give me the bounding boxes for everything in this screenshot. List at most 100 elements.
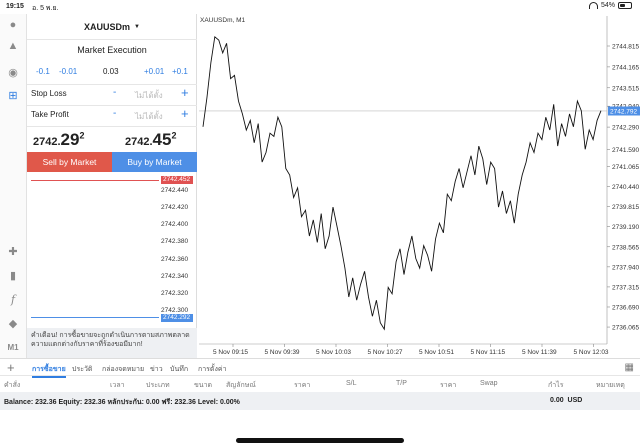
take-profit-row: Take Profit - ไม่ได้ตั้ง +: [27, 105, 197, 125]
column-header: หมายเหตุ: [596, 382, 625, 389]
quote-prices: 2742.292 2742.452: [27, 130, 197, 154]
tab-mailbox[interactable]: กล่องจดหมาย: [102, 364, 144, 375]
column-header: T/P: [396, 380, 407, 387]
ask-price: 2742.452: [125, 130, 177, 149]
sell-by-market-button[interactable]: Sell by Market: [27, 152, 112, 172]
market-warning: คำเตือน! การซื้อขายจะถูกดำเนินการตามสภาพ…: [27, 328, 197, 358]
y-tick-label: 2736.065: [612, 325, 639, 332]
stop-loss-plus-button[interactable]: +: [181, 85, 189, 100]
depth-level: 2742.320: [161, 290, 189, 297]
tab-news[interactable]: ข่าว: [150, 364, 163, 375]
y-tick-label: 2744.815: [612, 44, 639, 51]
depth-level: 2742.400: [161, 221, 189, 228]
add-icon[interactable]: +: [7, 360, 15, 375]
depth-level: 2742.420: [161, 204, 189, 211]
chart-svg[interactable]: XAUUSDm, M1 2744.815 2744.165 2743.515 2742…: [197, 14, 640, 358]
battery-fill: [620, 4, 625, 7]
x-tick-label: 5 Nov 09:15: [213, 349, 248, 356]
y-tick-label: 2740.440: [612, 184, 639, 191]
tab-journal[interactable]: บันทึก: [170, 364, 188, 375]
chart-title: XAUUSDm, M1: [200, 17, 246, 24]
depth-of-market: 2742.452 2742.440 2742.420 2742.400 2742…: [27, 174, 197, 326]
stop-loss-input[interactable]: ไม่ได้ตั้ง: [135, 89, 163, 102]
stop-loss-label: Stop Loss: [31, 89, 67, 98]
volume-stepper: -0.1 -0.01 0.03 +0.01 +0.1: [27, 67, 197, 81]
y-tick-label: 2736.690: [612, 304, 639, 311]
chat-icon[interactable]: ◉: [4, 63, 22, 81]
y-tick-label: 2739.190: [612, 224, 639, 231]
volume-minus-0-1[interactable]: -0.1: [36, 67, 50, 76]
function-icon[interactable]: f: [4, 290, 22, 308]
price-series-line: [202, 35, 602, 331]
column-header: Swap: [480, 380, 498, 387]
stop-loss-minus-button[interactable]: -: [113, 87, 116, 98]
bid-level-tag: 2742.292: [161, 314, 193, 322]
bottom-tabs: + การซื้อขาย ประวัติ กล่องจดหมาย ข่าว บั…: [0, 358, 640, 378]
y-tick-label: 2739.815: [612, 204, 639, 211]
execution-type[interactable]: Market Execution: [27, 45, 197, 55]
bid-price: 2742.292: [33, 130, 85, 149]
volume-plus-0-1[interactable]: +0.1: [172, 67, 188, 76]
take-profit-input[interactable]: ไม่ได้ตั้ง: [135, 110, 163, 123]
tab-settings[interactable]: การตั้งค่า: [198, 364, 227, 375]
ask-level-line: [31, 180, 159, 181]
orders-header: คำสั่ง เวลา ประเภท ขนาด สัญลักษณ์ ราคา S…: [0, 376, 640, 392]
column-header: กำไร: [548, 382, 564, 389]
x-tick-label: 5 Nov 10:27: [368, 349, 403, 356]
add-person-icon[interactable]: ▲: [4, 37, 22, 55]
volume-value[interactable]: 0.03: [103, 67, 119, 76]
ask-level-tag: 2742.452: [161, 176, 193, 184]
x-tick-label: 5 Nov 12:03: [574, 349, 609, 356]
volume-plus-0-01[interactable]: +0.01: [144, 67, 164, 76]
take-profit-label: Take Profit: [31, 110, 69, 119]
x-tick-label: 5 Nov 11:39: [522, 349, 557, 356]
symbol-selector[interactable]: XAUUSDm ▼: [27, 14, 197, 40]
status-time: 19:15: [6, 3, 24, 10]
bid-level-line: [31, 317, 159, 318]
y-tick-label: 2741.065: [612, 164, 639, 171]
person-icon[interactable]: ●: [4, 16, 22, 34]
timeframe-button[interactable]: M1: [4, 338, 22, 356]
take-profit-minus-button[interactable]: -: [113, 108, 116, 119]
take-profit-plus-button[interactable]: +: [181, 106, 189, 121]
depth-level: 2742.300: [161, 307, 189, 314]
status-right: 54%: [588, 2, 632, 9]
column-header: เวลา: [110, 382, 125, 389]
volume-minus-0-01[interactable]: -0.01: [59, 67, 77, 76]
battery-percent: 54%: [600, 2, 615, 9]
y-tick-label: 2737.940: [612, 264, 639, 271]
status-date: อ. 5 พ.ย.: [32, 5, 59, 12]
crosshair-icon[interactable]: ✚: [4, 242, 22, 260]
column-header: ราคา: [294, 382, 311, 389]
y-tick-label: 2737.315: [612, 284, 639, 291]
stop-loss-row: Stop Loss - ไม่ได้ตั้ง +: [27, 84, 197, 104]
column-header: ประเภท: [146, 382, 170, 389]
left-toolbar: ● ▲ ◉ ⊞ ✚ ▮ f ◆ M1: [0, 14, 27, 358]
chevron-down-icon: ▼: [134, 23, 140, 30]
y-tick-label: 2743.515: [612, 85, 639, 92]
y-tick-label: 2744.165: [612, 64, 639, 71]
y-tick-label: 2741.590: [612, 147, 639, 154]
indicators-icon[interactable]: ▮: [4, 266, 22, 284]
price-chart[interactable]: XAUUSDm, M1 2744.815 2744.165 2743.515 2742…: [197, 14, 640, 358]
tab-history[interactable]: ประวัติ: [72, 364, 92, 375]
column-header: สัญลักษณ์: [226, 382, 256, 389]
x-tick-label: 5 Nov 09:39: [265, 349, 300, 356]
objects-icon[interactable]: ◆: [4, 314, 22, 332]
total-profit: 0.00 USD: [550, 397, 583, 404]
depth-level: 2742.340: [161, 273, 189, 280]
wifi-icon: [588, 2, 598, 9]
tab-trade[interactable]: การซื้อขาย: [32, 364, 66, 378]
divider: [27, 126, 197, 127]
battery-icon: [618, 2, 632, 9]
depth-level: 2742.440: [161, 187, 189, 194]
buy-by-market-button[interactable]: Buy by Market: [112, 152, 197, 172]
add-order-icon[interactable]: ⊞: [4, 86, 22, 104]
trade-panel: XAUUSDm ▼ Market Execution -0.1 -0.01 0.…: [27, 14, 197, 358]
x-tick-label: 5 Nov 10:51: [419, 349, 454, 356]
layout-icon[interactable]: ▦: [625, 362, 634, 373]
y-tick-label: 2738.565: [612, 244, 639, 251]
status-bar: 19:15 อ. 5 พ.ย. 54%: [0, 0, 640, 14]
home-indicator: [236, 438, 404, 443]
balance-bar: Balance: 232.36 Equity: 232.36 หลักประกั…: [0, 392, 640, 410]
